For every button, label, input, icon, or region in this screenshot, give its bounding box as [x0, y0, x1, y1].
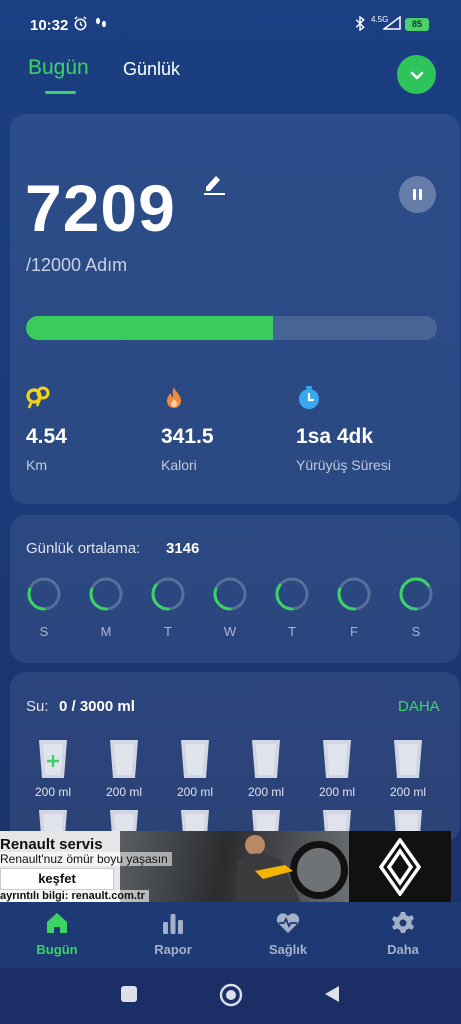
weekday-letter: F — [350, 624, 358, 639]
gear-icon — [392, 912, 414, 933]
water-cup[interactable]: 200 ml — [315, 738, 359, 799]
weekday-ring[interactable]: T — [274, 576, 310, 639]
weekday-letter: S — [39, 624, 49, 639]
weekday-ring[interactable]: W — [212, 576, 248, 639]
steps-progress-fill — [26, 316, 273, 340]
cup-volume-label: 200 ml — [318, 785, 356, 799]
progress-ring — [89, 577, 123, 611]
home-button[interactable] — [219, 983, 243, 1012]
progress-ring — [337, 577, 371, 611]
status-bar: 10:32 4.5G 85 — [0, 0, 461, 50]
glass-icon — [394, 740, 422, 778]
flame-icon — [167, 387, 181, 408]
stat-calories: 341.5 Kalori — [161, 385, 214, 473]
home-icon — [47, 913, 67, 933]
duration-value: 1sa 4dk — [296, 425, 374, 448]
tab-daily[interactable]: Günlük — [123, 59, 180, 80]
weekday-ring[interactable]: F — [336, 576, 372, 639]
glass-icon — [181, 740, 209, 778]
heart-pulse-icon — [276, 913, 300, 933]
stat-duration: 1sa 4dk Yürüyüş Süresi — [296, 385, 391, 473]
distance-label: Km — [26, 457, 47, 473]
ad-banner[interactable]: Renault servis Renault'nuz ömür boyu yaş… — [0, 831, 451, 902]
battery-indicator: 85 — [405, 18, 429, 31]
weekday-ring[interactable]: T — [150, 576, 186, 639]
nav-health[interactable]: Sağlık — [243, 910, 333, 957]
glass-icon — [39, 740, 67, 778]
bar-chart-icon — [163, 914, 183, 934]
progress-ring — [399, 577, 433, 611]
nav-more-label: Daha — [387, 942, 419, 957]
cup-volume-label: 200 ml — [389, 785, 427, 799]
back-button[interactable] — [323, 985, 341, 1008]
glass-icon — [323, 740, 351, 778]
signal-icon — [381, 15, 401, 33]
ad-mechanic-image — [235, 835, 301, 902]
water-cup[interactable]: 200 ml — [173, 738, 217, 799]
ad-cta-button[interactable]: keşfet — [0, 868, 114, 890]
status-time: 10:32 — [30, 17, 69, 34]
footsteps-status-icon — [94, 16, 108, 33]
stat-distance: 4.54 Km — [26, 385, 67, 473]
steps-goal: /12000 Adım — [26, 255, 128, 275]
nav-today-label: Bugün — [36, 942, 78, 957]
tab-today[interactable]: Bugün — [28, 56, 89, 80]
weekday-letter: T — [288, 624, 296, 639]
weekday-letter: M — [100, 624, 112, 639]
progress-ring — [151, 577, 185, 611]
add-water-cup[interactable]: 200 ml — [31, 738, 75, 799]
calories-label: Kalori — [161, 457, 197, 473]
water-cup[interactable]: 200 ml — [244, 738, 288, 799]
ad-title: Renault servis — [0, 836, 103, 853]
cup-volume-label: 200 ml — [34, 785, 72, 799]
duration-label: Yürüyüş Süresi — [296, 457, 391, 473]
recents-button[interactable] — [120, 985, 138, 1008]
progress-ring — [27, 577, 61, 611]
weekday-letter: W — [223, 624, 237, 639]
weekday-ring[interactable]: S — [26, 576, 62, 639]
distance-value: 4.54 — [26, 425, 67, 448]
daily-average-label: Günlük ortalama: — [26, 540, 141, 557]
bluetooth-icon — [354, 15, 366, 34]
ad-subtitle: Renault'nuz ömür boyu yaşasın — [0, 852, 172, 866]
nav-more[interactable]: Daha — [358, 910, 448, 957]
water-label: Su: — [26, 698, 49, 715]
steps-progress-bar — [26, 316, 437, 340]
chevron-down-icon — [410, 71, 423, 79]
calories-value: 341.5 — [161, 425, 214, 448]
expand-button[interactable] — [397, 55, 436, 94]
water-value: 0 / 3000 ml — [59, 698, 135, 715]
steps-count: 7209 — [25, 171, 176, 245]
pause-icon-bar — [419, 189, 422, 200]
cup-volume-label: 200 ml — [105, 785, 143, 799]
nav-report[interactable]: Rapor — [128, 910, 218, 957]
renault-logo — [349, 831, 451, 902]
daily-average-value: 3146 — [166, 540, 200, 557]
nav-report-label: Rapor — [154, 942, 192, 957]
glass-icon — [110, 740, 138, 778]
water-cup[interactable]: 200 ml — [386, 738, 430, 799]
progress-ring — [275, 577, 309, 611]
progress-ring — [213, 577, 247, 611]
weekday-letter: T — [164, 624, 172, 639]
weekday-ring[interactable]: M — [88, 576, 124, 639]
pause-icon — [413, 189, 416, 200]
cup-volume-label: 200 ml — [247, 785, 285, 799]
pause-button[interactable] — [399, 176, 436, 213]
edit-icon[interactable] — [201, 170, 227, 196]
nav-today[interactable]: Bugün — [12, 910, 102, 957]
footprints-icon — [26, 386, 50, 409]
weekday-letter: S — [411, 624, 421, 639]
ad-photo — [120, 831, 350, 902]
stopwatch-icon — [299, 386, 319, 409]
alarm-icon — [73, 16, 88, 34]
ad-footer: ayrıntılı bilgi: renault.com.tr — [0, 890, 149, 902]
water-more-button[interactable]: DAHA — [398, 698, 440, 715]
active-tab-indicator — [45, 91, 76, 94]
weekday-ring[interactable]: S — [398, 576, 434, 639]
glass-icon — [252, 740, 280, 778]
nav-health-label: Sağlık — [268, 942, 308, 957]
water-cup[interactable]: 200 ml — [102, 738, 146, 799]
cup-volume-label: 200 ml — [176, 785, 214, 799]
